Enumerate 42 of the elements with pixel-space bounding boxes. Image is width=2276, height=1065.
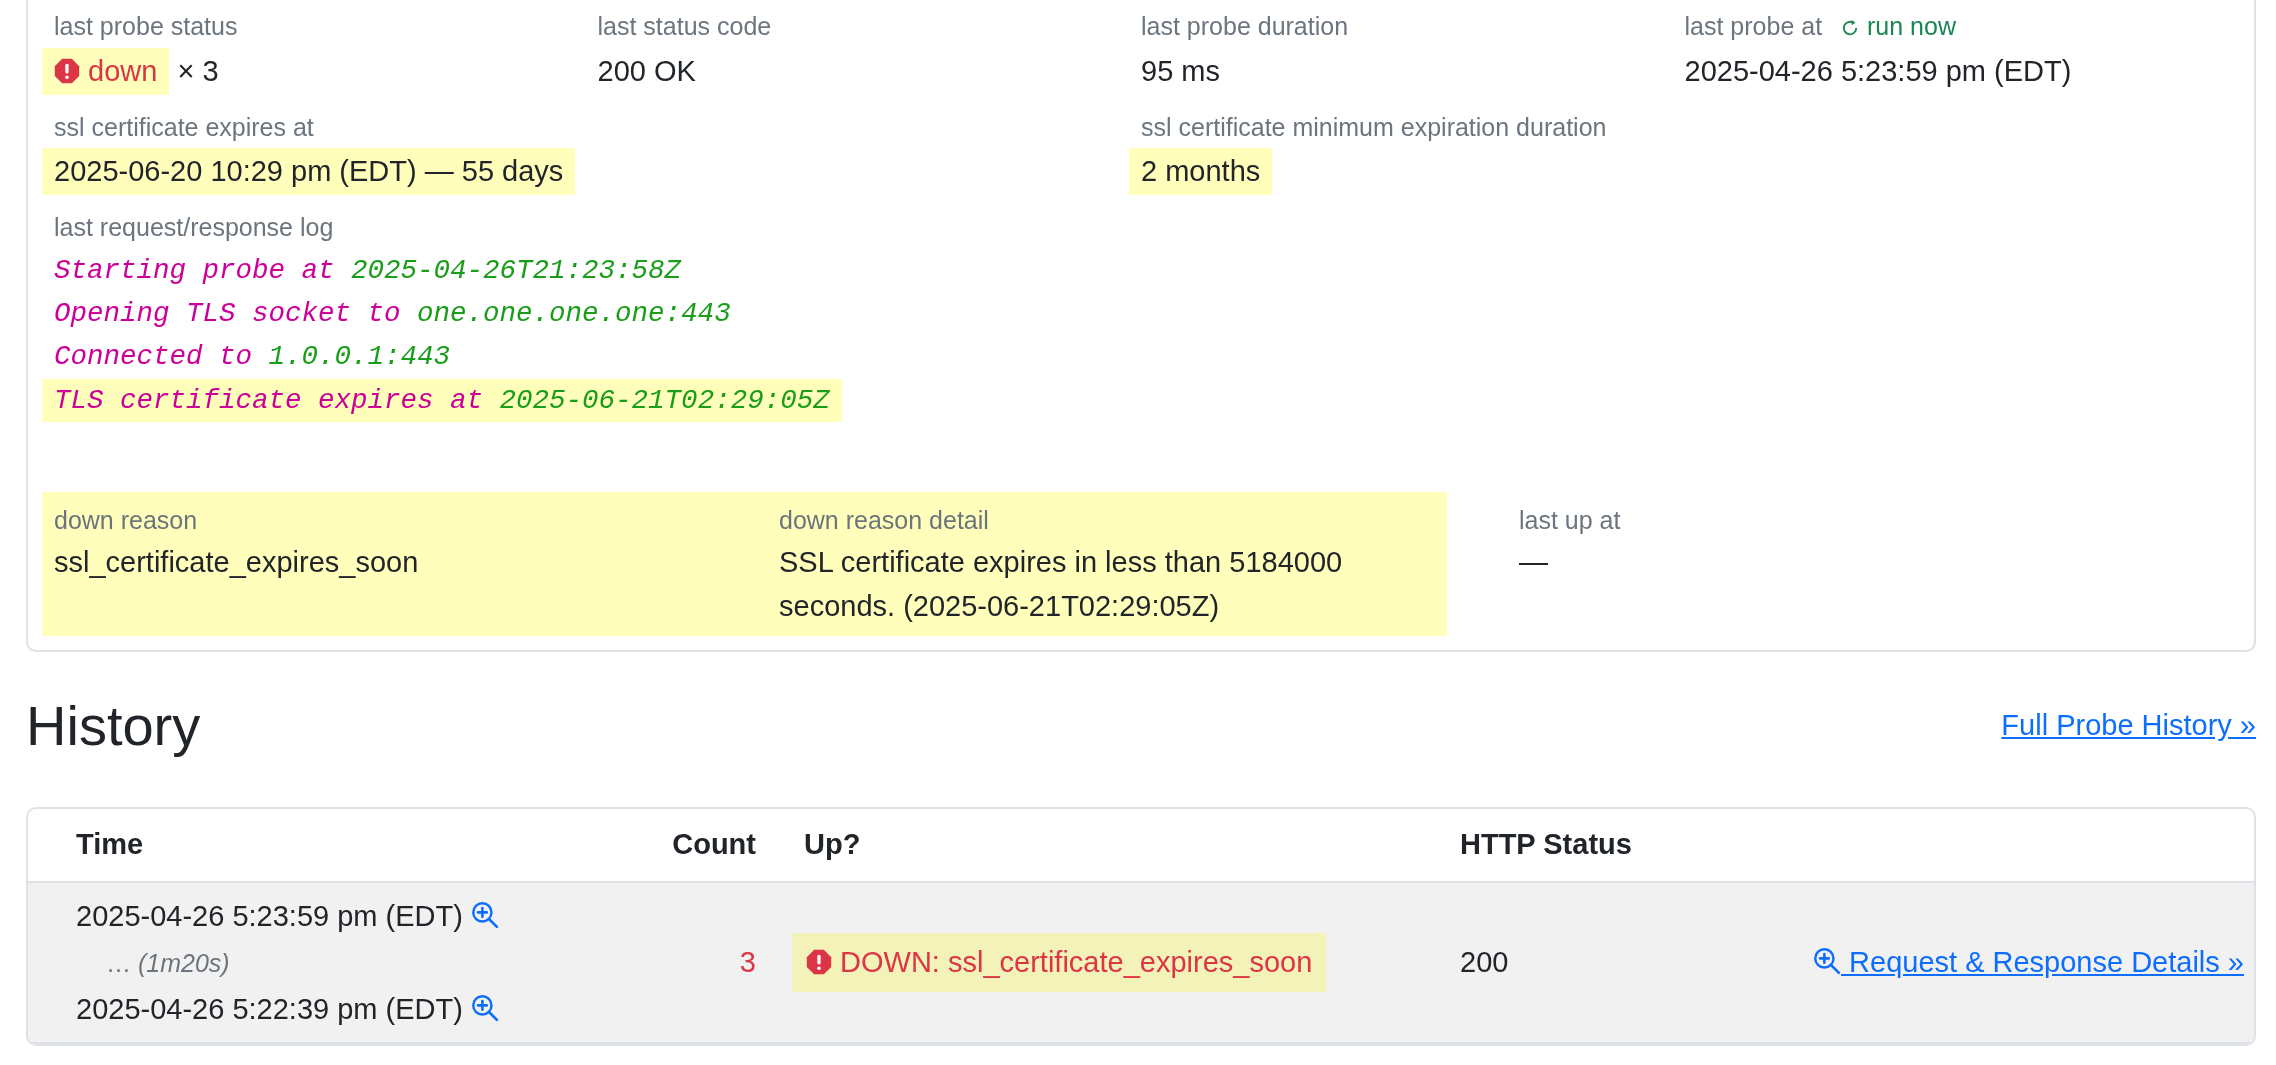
column-header: Up? — [804, 828, 861, 861]
log-line: Connected to 1.0.0.1:443 — [53, 340, 452, 375]
field-label: last probe at — [1684, 11, 1823, 42]
field-label: down reason detail — [779, 504, 989, 536]
field-label: last probe duration — [1141, 11, 1349, 42]
repeat-count: × 3 — [176, 54, 219, 87]
http-status-text: 200 — [1460, 945, 1509, 978]
field-label: last up at — [1519, 504, 1621, 536]
field-label: last request/response log — [54, 212, 334, 244]
column-header: Time — [76, 828, 144, 861]
field-label: last status code — [597, 11, 772, 42]
field-value: SSL certificate expires in less than 5184000 seconds. (2025-06-21T02:29:05Z) — [779, 545, 1344, 624]
time-text: 2025-04-26 5:23:59 pm (EDT) — [76, 899, 464, 932]
field-value: 200 OK — [596, 53, 697, 89]
field-value: — — [1519, 545, 1549, 581]
log-line: Starting probe at 2025-04-26T21:23:58Z — [53, 253, 683, 288]
zoom-in-icon — [1813, 946, 1841, 975]
details-link[interactable]: Request & Response Details » — [1813, 945, 2244, 978]
alert-icon — [806, 948, 832, 975]
field-label: down reason — [54, 504, 198, 536]
duration-text: … (1m20s) — [106, 948, 230, 980]
section-heading: History — [26, 693, 201, 760]
status-value: down — [42, 47, 170, 95]
status-tag: DOWN: ssl_certificate_expires_soon — [792, 932, 1327, 993]
column-header: HTTP Status — [1460, 828, 1632, 861]
run-now-link[interactable]: run now — [1840, 12, 1956, 40]
field-label: ssl certificate minimum expiration duration — [1141, 111, 1607, 143]
count-text: 3 — [739, 945, 756, 978]
field-value: 95 ms — [1140, 53, 1221, 89]
field-value: 2025-06-20 10:29 pm (EDT) — 55 days — [42, 148, 576, 196]
log-line: Opening TLS socket to one.one.one.one:443 — [53, 297, 732, 332]
alert-icon — [54, 57, 80, 84]
column-header: Count — [672, 828, 756, 861]
zoom-in-icon — [470, 900, 499, 929]
field-value: ssl_certificate_expires_soon — [54, 545, 420, 581]
field-value: 2 months — [1129, 148, 1273, 196]
full-history-link[interactable]: Full Probe History » — [2001, 704, 2256, 748]
field-label: last probe status — [54, 11, 238, 42]
time-text: 2025-04-26 5:22:39 pm (EDT) — [76, 992, 464, 1025]
zoom-in-icon — [470, 993, 499, 1022]
field-value: 2025-04-26 5:23:59 pm (EDT) — [1683, 53, 2073, 89]
field-label: ssl certificate expires at — [54, 111, 314, 143]
